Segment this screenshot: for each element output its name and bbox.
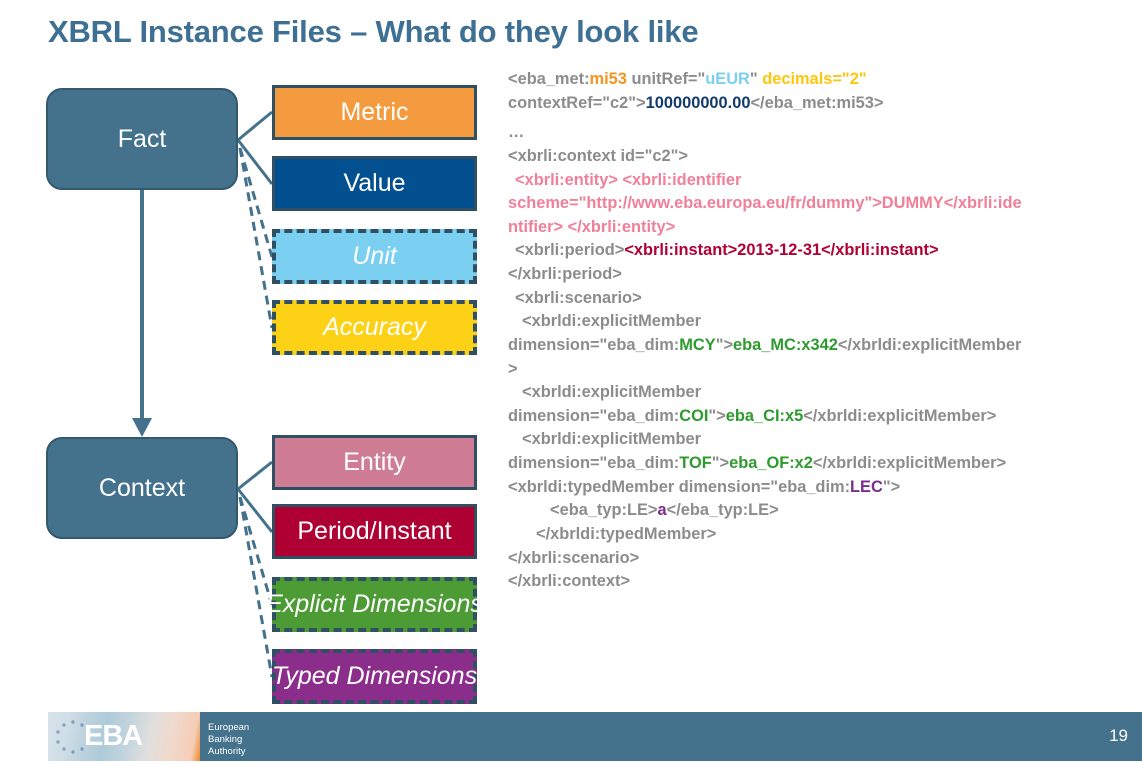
xml-line-period: <xbrli:period><xbrli:instant>2013-12-31<…: [508, 239, 1142, 263]
attribute-box-accuracy[interactable]: Accuracy: [272, 300, 477, 355]
attribute-label-entity: Entity: [343, 448, 406, 476]
xml-line-entity-open: <xbrli:entity> <xbrli:identifier: [515, 170, 742, 189]
xml-token-dimension-tof: TOF: [679, 454, 712, 472]
xml-token-member-mc: eba_MC:x342: [733, 335, 838, 354]
eba-logo-wordmark: EBA: [84, 720, 143, 752]
xml-line-scenario-open: <xbrli:scenario>: [515, 288, 642, 307]
xml-line-explicit-member-open-1: <xbrldi:explicitMember: [522, 312, 701, 331]
xml-token-member-ci: eba_CI:x5: [725, 406, 804, 425]
xml-token: dimension="eba_dim:: [508, 406, 680, 425]
page-number: 19: [1109, 726, 1128, 745]
xml-line-typed-value: <eba_typ:LE>a</eba_typ:LE>: [508, 499, 1142, 523]
xml-token-metric-name: mi53: [589, 70, 627, 88]
xml-line-typed-member-open: <xbrldi:typedMember dimension="eba_dim:L…: [508, 476, 1142, 500]
node-context[interactable]: Context: [46, 437, 238, 539]
node-fact-label: Fact: [117, 124, 167, 153]
xml-line-period-close: </xbrli:period>: [508, 265, 622, 283]
xml-token-decimals: decimals="2": [762, 70, 867, 88]
xml-line-context-open: <xbrli:context id="c2">: [508, 146, 688, 165]
xml-line-identifier-scheme: scheme="http://www.eba.europa.eu/fr/dumm…: [508, 194, 1022, 213]
xml-token: <xbrli:period>: [515, 241, 625, 260]
xml-line-context-close: </xbrli:context>: [508, 572, 631, 591]
xml-line-explicit-member-open-3: <xbrldi:explicitMember: [522, 430, 701, 449]
attribute-box-value[interactable]: Value: [272, 156, 477, 211]
attribute-box-explicit-dimensions[interactable]: Explicit Dimensions: [266, 577, 483, 632]
xml-token: <xbrldi:typedMember dimension="eba_dim:: [508, 477, 851, 496]
attribute-box-unit[interactable]: Unit: [272, 229, 477, 284]
xml-token-instant: <xbrli:instant>2013-12-31</xbrli:instant…: [624, 241, 939, 260]
xml-token-member-of: eba_OF:x2: [729, 454, 813, 472]
xml-token: </xbrldi:explicitMember>: [803, 406, 997, 425]
attribute-label-unit: Unit: [352, 242, 397, 270]
attribute-label-value: Value: [343, 169, 406, 197]
node-fact[interactable]: Fact: [46, 88, 238, 190]
xml-token-dimension-lec: LEC: [850, 477, 883, 496]
xml-token: <eba_met:: [508, 70, 590, 88]
attribute-box-metric[interactable]: Metric: [272, 85, 477, 140]
xml-token: contextRef="c2">: [508, 93, 646, 112]
xml-token: dimension="eba_dim:: [508, 454, 680, 472]
attribute-label-typed-dimensions: Typed Dimensions: [271, 662, 478, 690]
eba-org-name: European Banking Authority: [208, 722, 249, 758]
xml-token: unitRef=": [626, 70, 706, 88]
eba-org-line-3: Authority: [208, 745, 246, 757]
xml-token: </xbrldi:explicitMember: [837, 335, 1022, 354]
xml-line-explicit-member-tof: dimension="eba_dim:TOF">eba_OF:x2</xbrld…: [508, 452, 1142, 476]
xml-line-2: contextRef="c2">100000000.00</eba_met:mi…: [508, 92, 1142, 116]
concept-diagram: Fact Context Metric Value Unit Accuracy …: [0, 0, 520, 720]
xml-token: <eba_typ:LE>: [550, 501, 658, 520]
xml-line-explicit-member-mcy: dimension="eba_dim:MCY">eba_MC:x342</xbr…: [508, 334, 1142, 358]
attribute-box-entity[interactable]: Entity: [272, 435, 477, 490]
attribute-label-period: Period/Instant: [297, 517, 452, 545]
footer-bar: EBA European Banking Authority 19: [48, 712, 1142, 761]
eba-org-line-2: Banking: [208, 733, 243, 745]
xml-token: </xbrldi:explicitMember>: [812, 454, 1007, 472]
xml-line-typed-member-close: </xbrldi:typedMember>: [536, 524, 717, 543]
eba-logo: EBA: [48, 712, 200, 761]
xml-line-explicit-member-open-2: <xbrldi:explicitMember: [522, 383, 701, 402]
xml-token: dimension="eba_dim:: [508, 335, 680, 354]
xml-token: ">: [711, 454, 730, 472]
xml-line-explicit-member-coi: dimension="eba_dim:COI">eba_CI:x5</xbrld…: [508, 405, 1142, 429]
xml-token-dimension-mcy: MCY: [679, 335, 716, 354]
xml-token: ">: [708, 406, 726, 425]
xml-line-scenario-close: </xbrli:scenario>: [508, 548, 640, 567]
eba-org-line-1: European: [208, 722, 250, 733]
attribute-label-explicit-dimensions: Explicit Dimensions: [266, 590, 483, 618]
xml-token-typed-value: a: [657, 501, 667, 520]
attribute-box-period[interactable]: Period/Instant: [272, 504, 477, 559]
node-context-label: Context: [98, 473, 186, 502]
attribute-label-accuracy: Accuracy: [323, 313, 426, 341]
xml-line-entity-close: ntifier> </xbrli:entity>: [508, 217, 676, 236]
xml-token: ": [749, 70, 763, 88]
xml-line-gt: >: [508, 359, 518, 378]
xml-token: ">: [715, 335, 734, 354]
xml-token: ">: [882, 477, 901, 496]
xml-token-value: 100000000.00: [645, 93, 751, 112]
attribute-box-typed-dimensions[interactable]: Typed Dimensions: [272, 649, 477, 704]
attribute-label-metric: Metric: [340, 98, 409, 126]
xml-token: </eba_met:mi53>: [750, 93, 884, 112]
xml-line-1: <eba_met:mi53 unitRef="uEUR" decimals="2…: [508, 68, 1142, 92]
xml-token: </eba_typ:LE>: [666, 501, 779, 520]
xml-token-dimension-coi: COI: [679, 406, 709, 425]
xml-token-unit: uEUR: [705, 70, 750, 88]
xml-line-ellipsis: …: [508, 123, 525, 142]
xml-instance-sample: <eba_met:mi53 unitRef="uEUR" decimals="2…: [508, 68, 1142, 594]
